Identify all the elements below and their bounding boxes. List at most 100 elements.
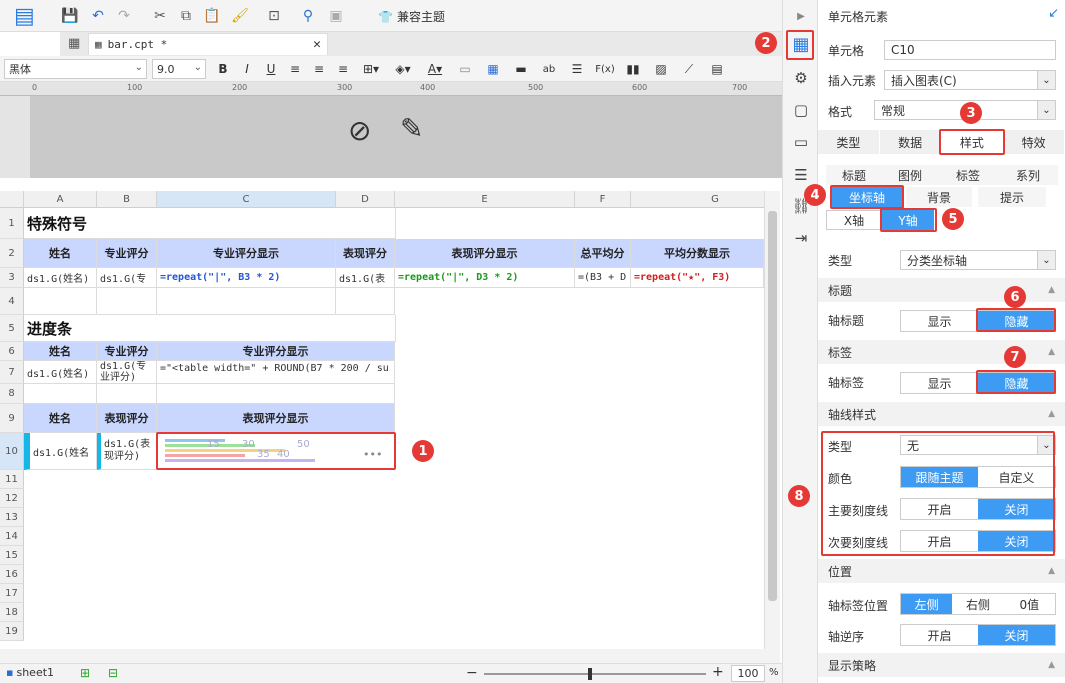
row-header[interactable]: 10	[0, 433, 24, 470]
pin-icon[interactable]: ↙	[1048, 6, 1059, 21]
insert-element-select[interactable]: 插入图表(C) ⌄	[884, 70, 1056, 90]
column-header-a[interactable]: A	[24, 191, 97, 208]
empty-cell[interactable]	[97, 384, 157, 404]
collapse-arrow-icon[interactable]: ▶	[789, 4, 813, 28]
chart-icon[interactable]: ▮▮	[622, 62, 644, 76]
section-axis-line[interactable]: 轴线样式 ▲	[818, 402, 1065, 426]
section-title[interactable]: 标题 ▲	[818, 278, 1065, 302]
tab-type[interactable]: 类型	[818, 130, 880, 154]
undo-icon[interactable]: ↶	[88, 6, 108, 26]
table-icon[interactable]: ▦	[482, 62, 504, 76]
close-tab-icon[interactable]: ✕	[313, 37, 321, 52]
fill-color-icon[interactable]: ◈▾	[390, 62, 416, 76]
header-cell[interactable]: 表现评分	[336, 239, 395, 268]
sheet-tab[interactable]: ▪ sheet1	[6, 666, 54, 679]
data-cell[interactable]: ds1.G(表	[336, 268, 395, 288]
horizontal-scrollbar[interactable]	[0, 649, 780, 663]
data-cell[interactable]: ds1.G(专 业评分)	[97, 361, 157, 384]
reverse-on[interactable]: 开启	[901, 625, 978, 645]
label-position-right[interactable]: 右侧	[952, 594, 1003, 614]
corner-cell[interactable]	[0, 191, 24, 208]
text-icon[interactable]: ab	[538, 64, 560, 75]
header-cell[interactable]: 姓名	[24, 404, 97, 433]
column-header-e[interactable]: E	[395, 191, 575, 208]
row-header[interactable]: 5	[0, 315, 24, 342]
header-cell[interactable]: 表现评分	[97, 404, 157, 433]
header-cell[interactable]: 表现评分显示	[395, 239, 575, 268]
edit-pencil-icon[interactable]: ✎	[400, 112, 423, 145]
condition-icon[interactable]: ☰	[789, 163, 813, 187]
subtab-background[interactable]: 背景	[906, 187, 972, 207]
plugin-icon[interactable]: ⚲	[298, 6, 318, 26]
cell-input[interactable]: C10	[884, 40, 1056, 60]
merge-icon[interactable]: ▭	[454, 62, 476, 76]
paste-icon[interactable]: 📋	[202, 6, 222, 26]
subtab-legend[interactable]: 图例	[882, 165, 938, 185]
section-title-progress-bar[interactable]: 进度条	[24, 315, 396, 342]
label-position-toggle[interactable]: 左侧 右侧 0值	[900, 593, 1056, 615]
compat-theme-button[interactable]: 👕 兼容主题	[378, 8, 445, 25]
copy-icon[interactable]: ⧉	[176, 6, 196, 26]
empty-cell[interactable]	[24, 288, 97, 315]
empty-cell[interactable]	[157, 288, 336, 315]
redo-icon[interactable]: ↷	[114, 6, 134, 26]
app-logo-icon[interactable]: ▤	[14, 4, 38, 34]
header-cell[interactable]: 专业评分显示	[157, 239, 336, 268]
axis-title-show[interactable]: 显示	[901, 311, 978, 331]
section-title-special-symbols[interactable]: 特殊符号	[24, 208, 396, 239]
cut-icon[interactable]: ✂	[150, 6, 170, 26]
tab-effect[interactable]: 特效	[1003, 130, 1065, 154]
subreport-icon[interactable]: ▤	[706, 62, 728, 76]
axis-label-show[interactable]: 显示	[901, 373, 978, 393]
row-header[interactable]: 9	[0, 404, 24, 433]
header-cell[interactable]: 姓名	[24, 342, 97, 361]
row-header[interactable]: 6	[0, 342, 24, 361]
row-header[interactable]: 8	[0, 384, 24, 404]
widget-settings-icon[interactable]: ▭	[789, 130, 813, 154]
zoom-out-icon[interactable]: −	[466, 665, 478, 681]
column-header-f[interactable]: F	[575, 191, 631, 208]
subtab-series[interactable]: 系列	[998, 165, 1058, 185]
bold-icon[interactable]: B	[214, 62, 232, 76]
reverse-off[interactable]: 关闭	[978, 625, 1055, 645]
data-cell[interactable]: ds1.G(专	[97, 268, 157, 288]
axis-type-select[interactable]: 分类坐标轴 ⌄	[900, 250, 1056, 270]
section-display-strategy[interactable]: 显示策略 ▲	[818, 653, 1065, 677]
disabled-tool-icon[interactable]: ▣	[326, 6, 346, 26]
scroll-thumb[interactable]	[768, 211, 777, 601]
italic-icon[interactable]: I	[238, 62, 256, 76]
find-icon[interactable]: ⊡	[264, 6, 284, 26]
row-header[interactable]: 19	[0, 622, 24, 641]
row-header[interactable]: 13	[0, 508, 24, 527]
column-header-d[interactable]: D	[336, 191, 395, 208]
align-right-icon[interactable]: ≡	[334, 62, 352, 76]
header-cell[interactable]: 专业评分	[97, 239, 157, 268]
empty-cell[interactable]	[97, 288, 157, 315]
formula-cell[interactable]: =repeat("|", B3 * 2)	[157, 268, 336, 288]
row-header[interactable]: 3	[0, 268, 24, 288]
row-header[interactable]: 4	[0, 288, 24, 315]
rich-text-icon[interactable]: ☰	[566, 62, 588, 76]
axis-tab-x[interactable]: X轴	[826, 210, 882, 230]
add-sheet-icon[interactable]: ⊞	[80, 666, 90, 680]
subtab-tooltip[interactable]: 提示	[978, 187, 1046, 207]
data-cell[interactable]: ds1.G(姓名)	[24, 268, 97, 288]
column-header-b[interactable]: B	[97, 191, 157, 208]
row-header[interactable]: 18	[0, 603, 24, 622]
row-header[interactable]: 17	[0, 584, 24, 603]
row-header[interactable]: 14	[0, 527, 24, 546]
slash-icon[interactable]: ⟋	[678, 62, 700, 77]
border-icon[interactable]: ⊞▾	[358, 62, 384, 76]
zoom-slider-thumb[interactable]	[588, 668, 592, 680]
section-label[interactable]: 标签 ▲	[818, 340, 1065, 364]
data-cell[interactable]: ds1.G(表 现评分)	[97, 433, 157, 470]
row-header[interactable]: 2	[0, 239, 24, 268]
import-icon[interactable]: ⇥	[789, 226, 813, 250]
row-header[interactable]: 16	[0, 565, 24, 584]
format-brush-icon[interactable]: 🖌	[230, 6, 250, 26]
formula-icon[interactable]: F(x)	[594, 64, 616, 75]
header-cell[interactable]: 姓名	[24, 239, 97, 268]
image-icon[interactable]: ▨	[650, 62, 672, 76]
row-header[interactable]: 12	[0, 489, 24, 508]
column-header-c[interactable]: C	[157, 191, 336, 208]
